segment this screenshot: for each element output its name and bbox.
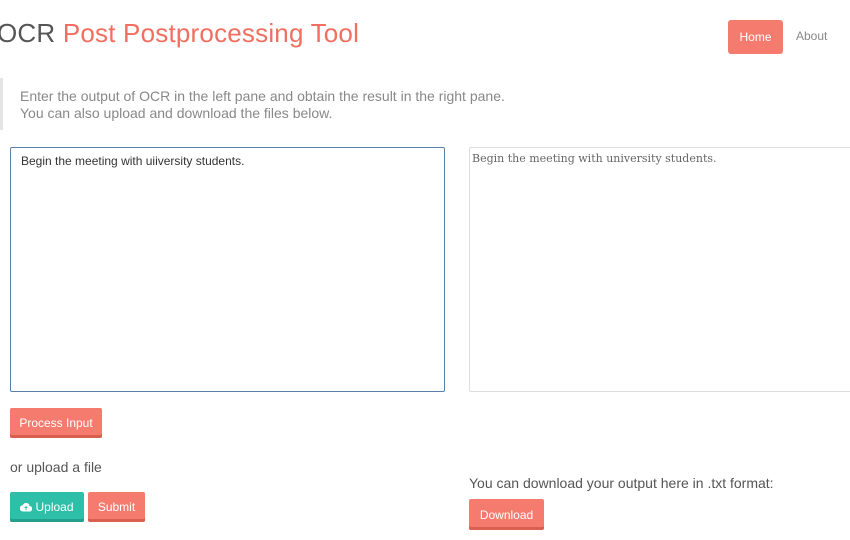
submit-button[interactable]: Submit bbox=[88, 492, 145, 522]
ocr-input-textarea[interactable]: Begin the meeting with uiiversity studen… bbox=[10, 147, 445, 392]
upload-button[interactable]: Upload bbox=[10, 492, 84, 522]
upload-prompt: or upload a file bbox=[10, 459, 102, 475]
process-input-button[interactable]: Process Input bbox=[10, 408, 102, 438]
cloud-upload-icon bbox=[20, 502, 33, 512]
download-prompt: You can download your output here in .tx… bbox=[469, 475, 774, 491]
result-output-textarea[interactable]: Begin the meeting with university studen… bbox=[469, 147, 850, 392]
intro-line-1: Enter the output of OCR in the left pane… bbox=[20, 88, 505, 104]
app-title-prefix: OCR bbox=[0, 18, 63, 48]
nav-about-link[interactable]: About bbox=[796, 29, 827, 43]
app-title-main: Post Postprocessing Tool bbox=[62, 18, 360, 48]
nav-home-button[interactable]: Home bbox=[728, 20, 783, 54]
intro-blockquote: Enter the output of OCR in the left pane… bbox=[0, 78, 840, 130]
app-title: OCR Post Postprocessing Tool bbox=[0, 18, 359, 49]
intro-line-2: You can also upload and download the fil… bbox=[20, 105, 333, 121]
download-button[interactable]: Download bbox=[469, 499, 544, 530]
page: OCR Post Postprocessing Tool Home About … bbox=[0, 0, 850, 540]
upload-button-label: Upload bbox=[35, 500, 74, 514]
